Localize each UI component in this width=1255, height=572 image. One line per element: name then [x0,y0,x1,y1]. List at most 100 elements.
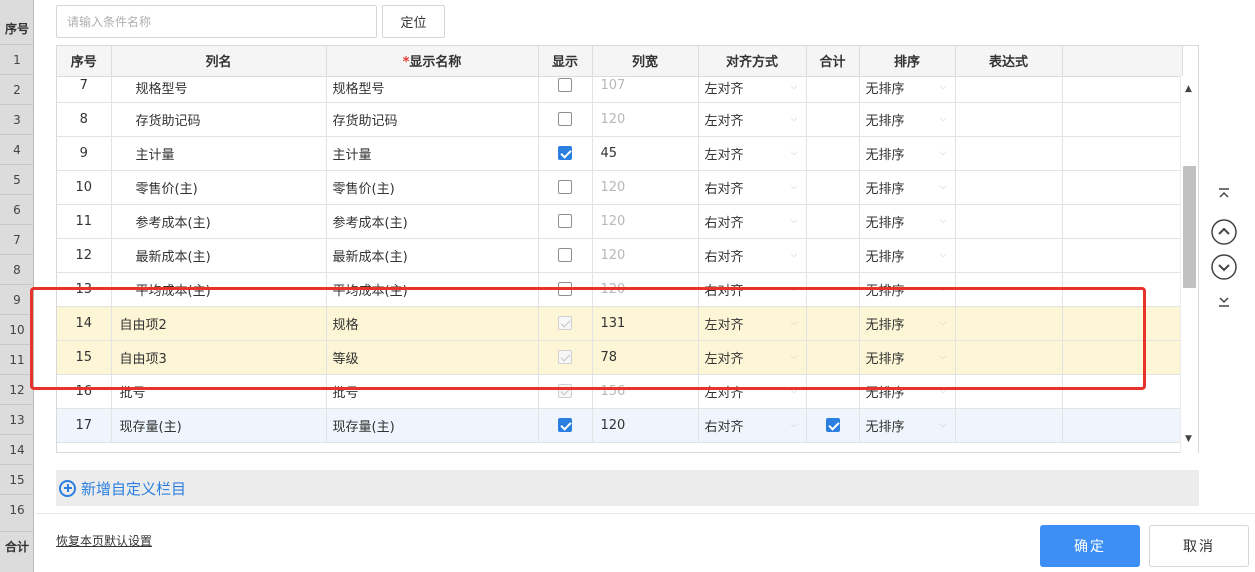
cell-total[interactable] [806,374,860,409]
cell-total[interactable] [806,272,860,307]
cell-sort[interactable]: 无排序 ⌵ [859,408,956,443]
cell-display-name[interactable]: 规格型号 [326,76,539,103]
add-custom-column-button[interactable]: 新增自定义栏目 [56,470,1199,506]
cell-total[interactable] [806,136,860,171]
move-to-top-icon[interactable] [1209,186,1239,216]
cell-width[interactable]: 78 [592,340,699,375]
show-checkbox[interactable] [558,248,572,262]
cell-width[interactable]: 45 [592,136,699,171]
cell-expression[interactable] [955,238,1063,273]
cell-align[interactable]: 左对齐 ⌵ [698,136,807,171]
cell-display-name[interactable]: 批号 [326,374,539,409]
cell-display-name[interactable]: 最新成本(主) [326,238,539,273]
show-checkbox[interactable] [558,418,572,432]
move-to-bottom-icon[interactable] [1209,293,1239,323]
cell-width[interactable]: 120 [592,204,699,239]
show-checkbox[interactable] [558,78,572,92]
cell-width[interactable]: 120 [592,408,699,443]
cell-expression[interactable] [955,76,1063,103]
scrollbar-thumb[interactable] [1183,166,1196,288]
cell-sort[interactable]: 无排序 ⌵ [859,204,956,239]
cell-total[interactable] [806,340,860,375]
total-checkbox[interactable] [825,418,840,432]
cell-display-name[interactable]: 规格 [326,306,539,341]
show-checkbox[interactable] [558,214,572,228]
table-row[interactable]: 8 存货助记码 存货助记码 120 左对齐 ⌵ 无排序 ⌵ [57,102,1183,137]
table-row[interactable]: 16 批号 批号 156 左对齐 ⌵ 无排序 ⌵ [57,374,1183,409]
table-row[interactable]: 15 自由项3 等级 78 左对齐 ⌵ 无排序 ⌵ [57,340,1183,375]
grid-vertical-scrollbar[interactable]: ▲ ▼ [1180,76,1198,453]
cancel-button[interactable]: 取消 [1149,525,1249,567]
cell-width[interactable]: 120 [592,272,699,307]
cell-display-name[interactable]: 零售价(主) [326,170,539,205]
cell-expression[interactable] [955,306,1063,341]
ok-button[interactable]: 确定 [1040,525,1140,567]
cell-sort[interactable]: 无排序 ⌵ [859,272,956,307]
show-checkbox[interactable] [558,180,572,194]
cell-sort[interactable]: 无排序 ⌵ [859,170,956,205]
table-row[interactable]: 14 自由项2 规格 131 左对齐 ⌵ 无排序 ⌵ [57,306,1183,341]
cell-display-name[interactable]: 平均成本(主) [326,272,539,307]
restore-defaults-link[interactable]: 恢复本页默认设置 [56,532,152,549]
cell-sort[interactable]: 无排序 ⌵ [859,306,956,341]
table-row[interactable]: 17 现存量(主) 现存量(主) 120 右对齐 ⌵ 无排序 ⌵ [57,408,1183,443]
cell-display-name[interactable]: 主计量 [326,136,539,171]
cell-total[interactable] [806,204,860,239]
locate-button[interactable]: 定位 [382,5,445,38]
show-checkbox[interactable] [558,282,572,296]
table-row[interactable]: 13 平均成本(主) 平均成本(主) 120 右对齐 ⌵ 无排序 ⌵ [57,272,1183,307]
cell-total[interactable] [806,238,860,273]
cell-display-name[interactable]: 存货助记码 [326,102,539,137]
cell-expression[interactable] [955,136,1063,171]
cell-sort[interactable]: 无排序 ⌵ [859,238,956,273]
cell-expression[interactable] [955,340,1063,375]
cell-display-name[interactable]: 等级 [326,340,539,375]
cell-width[interactable]: 120 [592,102,699,137]
cell-align[interactable]: 右对齐 ⌵ [698,238,807,273]
cell-total[interactable] [806,408,860,443]
cell-align[interactable]: 右对齐 ⌵ [698,272,807,307]
cell-align[interactable]: 右对齐 ⌵ [698,408,807,443]
cell-expression[interactable] [955,408,1063,443]
scroll-down-arrow-icon[interactable]: ▼ [1185,434,1192,444]
cell-sort[interactable]: 无排序 ⌵ [859,340,956,375]
cell-width[interactable]: 131 [592,306,699,341]
cell-align[interactable]: 左对齐 ⌵ [698,374,807,409]
cell-align[interactable]: 右对齐 ⌵ [698,170,807,205]
cell-align[interactable]: 左对齐 ⌵ [698,340,807,375]
cell-sort[interactable]: 无排序 ⌵ [859,102,956,137]
cell-align[interactable]: 左对齐 ⌵ [698,306,807,341]
cell-align[interactable]: 左对齐 ⌵ [698,102,807,137]
cell-expression[interactable] [955,170,1063,205]
cell-total[interactable] [806,170,860,205]
cell-sort[interactable]: 无排序 ⌵ [859,374,956,409]
cell-display-name[interactable]: 现存量(主) [326,408,539,443]
table-row[interactable]: 10 零售价(主) 零售价(主) 120 右对齐 ⌵ 无排序 ⌵ [57,170,1183,205]
cell-expression[interactable] [955,102,1063,137]
cell-expression[interactable] [955,374,1063,409]
cell-width[interactable]: 107 [592,76,699,103]
cell-expression[interactable] [955,204,1063,239]
table-row[interactable]: 9 主计量 主计量 45 左对齐 ⌵ 无排序 ⌵ [57,136,1183,171]
cell-sort[interactable]: 无排序 ⌵ [859,76,956,103]
scroll-up-arrow-icon[interactable]: ▲ [1185,84,1192,94]
cell-align[interactable]: 左对齐 ⌵ [698,76,807,103]
table-row[interactable]: 7 规格型号 规格型号 107 左对齐 ⌵ 无排序 ⌵ [57,76,1183,103]
cell-width[interactable]: 120 [592,238,699,273]
search-input[interactable] [56,5,377,38]
show-checkbox[interactable] [558,112,572,126]
cell-display-name[interactable]: 参考成本(主) [326,204,539,239]
move-down-icon[interactable] [1209,253,1239,283]
show-checkbox[interactable] [558,146,572,160]
cell-total[interactable] [806,306,860,341]
cell-sort[interactable]: 无排序 ⌵ [859,136,956,171]
table-row[interactable]: 11 参考成本(主) 参考成本(主) 120 右对齐 ⌵ 无排序 ⌵ [57,204,1183,239]
cell-width[interactable]: 156 [592,374,699,409]
cell-width[interactable]: 120 [592,170,699,205]
table-row[interactable]: 12 最新成本(主) 最新成本(主) 120 右对齐 ⌵ 无排序 ⌵ [57,238,1183,273]
move-up-icon[interactable] [1209,218,1239,248]
cell-total[interactable] [806,102,860,137]
cell-align[interactable]: 右对齐 ⌵ [698,204,807,239]
cell-total[interactable] [806,76,860,103]
cell-expression[interactable] [955,272,1063,307]
